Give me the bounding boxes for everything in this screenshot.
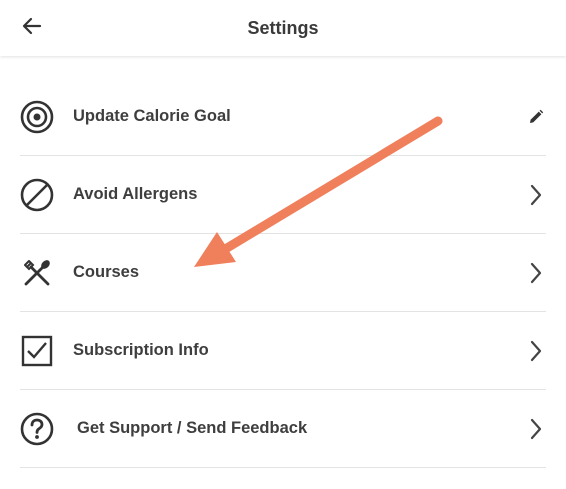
settings-item-avoid-allergens[interactable]: Avoid Allergens: [20, 156, 546, 234]
settings-item-subscription-info[interactable]: Subscription Info: [20, 312, 546, 390]
prohibited-icon: [20, 178, 54, 212]
app-bar: Settings: [0, 0, 566, 56]
settings-item-courses[interactable]: Courses: [20, 234, 546, 312]
help-icon: [20, 412, 54, 446]
chevron-right-icon: [526, 261, 546, 285]
chevron-right-icon: [526, 339, 546, 363]
settings-item-label: Subscription Info: [73, 341, 209, 359]
pencil-icon[interactable]: [526, 105, 546, 129]
settings-item-get-support[interactable]: Get Support / Send Feedback: [20, 390, 546, 468]
arrow-left-icon: [20, 14, 44, 43]
settings-item-label: Avoid Allergens: [73, 185, 198, 203]
settings-screen: Settings Update Calorie Goal Avoid Aller…: [0, 0, 566, 489]
utensils-icon: [20, 256, 54, 290]
chevron-right-icon: [526, 183, 546, 207]
settings-list: Update Calorie Goal Avoid Allergens Cour…: [0, 78, 566, 468]
checkbox-icon: [20, 334, 54, 368]
back-button[interactable]: [14, 10, 50, 46]
page-title: Settings: [247, 18, 319, 38]
settings-item-update-calorie-goal[interactable]: Update Calorie Goal: [20, 78, 546, 156]
chevron-right-icon: [526, 417, 546, 441]
settings-item-label: Get Support / Send Feedback: [77, 419, 308, 437]
settings-item-label: Update Calorie Goal: [73, 107, 231, 125]
settings-item-label: Courses: [73, 263, 140, 281]
target-icon: [20, 100, 54, 134]
